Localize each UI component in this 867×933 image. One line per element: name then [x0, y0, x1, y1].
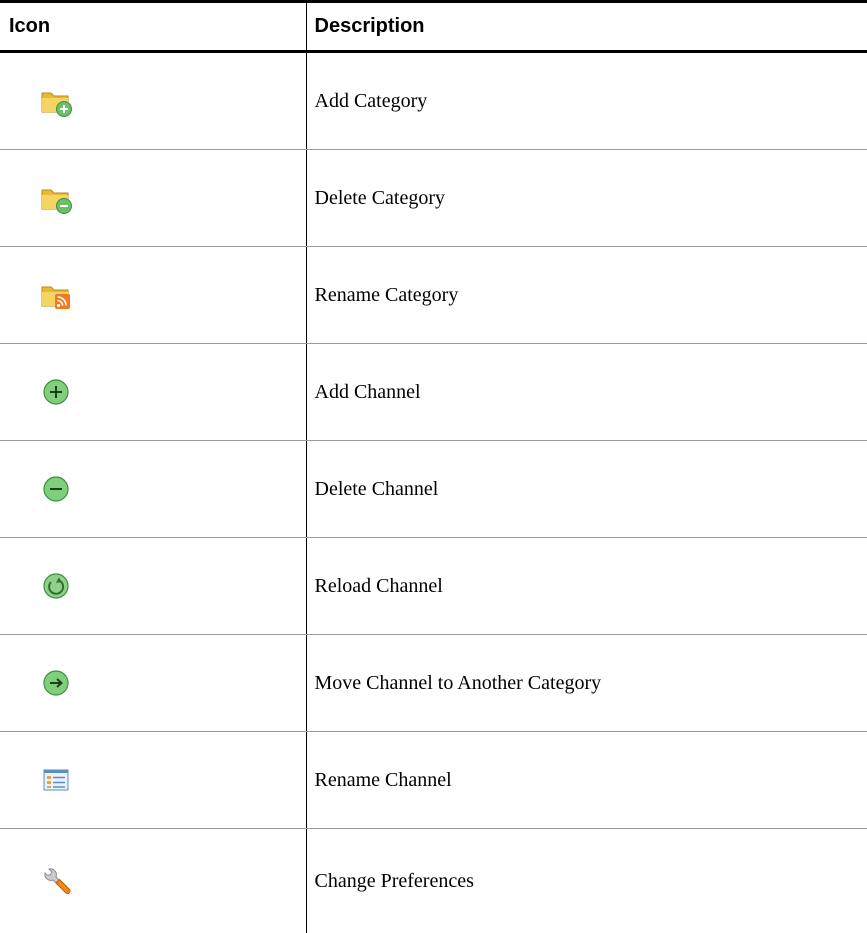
wrench-icon: [39, 864, 73, 898]
description-cell: Move Channel to Another Category: [306, 635, 867, 732]
folder-add-icon: [39, 84, 73, 118]
list-window-icon: [39, 763, 73, 797]
table-header-row: Icon Description: [0, 2, 867, 52]
description-cell: Rename Category: [306, 247, 867, 344]
description-cell: Reload Channel: [306, 538, 867, 635]
icon-cell: [0, 732, 306, 829]
icon-cell: [0, 52, 306, 150]
plus-circle-icon: [39, 375, 73, 409]
table-row: Delete Channel: [0, 441, 867, 538]
icon-cell: [0, 150, 306, 247]
description-cell: Add Channel: [306, 344, 867, 441]
icon-cell: [0, 538, 306, 635]
table-row: Add Category: [0, 52, 867, 150]
minus-circle-icon: [39, 472, 73, 506]
description-cell: Change Preferences: [306, 829, 867, 933]
header-description: Description: [306, 2, 867, 52]
icon-cell: [0, 635, 306, 732]
header-icon: Icon: [0, 2, 306, 52]
description-cell: Delete Channel: [306, 441, 867, 538]
reload-icon: [39, 569, 73, 603]
icon-cell: [0, 344, 306, 441]
folder-rss-icon: [39, 278, 73, 312]
table-row: Delete Category: [0, 150, 867, 247]
table-row: Change Preferences: [0, 829, 867, 933]
arrow-right-circle-icon: [39, 666, 73, 700]
description-cell: Delete Category: [306, 150, 867, 247]
table-row: Rename Channel: [0, 732, 867, 829]
table-row: Reload Channel: [0, 538, 867, 635]
icon-cell: [0, 829, 306, 933]
table-row: Add Channel: [0, 344, 867, 441]
icon-description-table: Icon Description Add Category: [0, 0, 867, 933]
table-row: Rename Category: [0, 247, 867, 344]
folder-delete-icon: [39, 181, 73, 215]
table-row: Move Channel to Another Category: [0, 635, 867, 732]
description-cell: Add Category: [306, 52, 867, 150]
icon-cell: [0, 441, 306, 538]
icon-cell: [0, 247, 306, 344]
description-cell: Rename Channel: [306, 732, 867, 829]
